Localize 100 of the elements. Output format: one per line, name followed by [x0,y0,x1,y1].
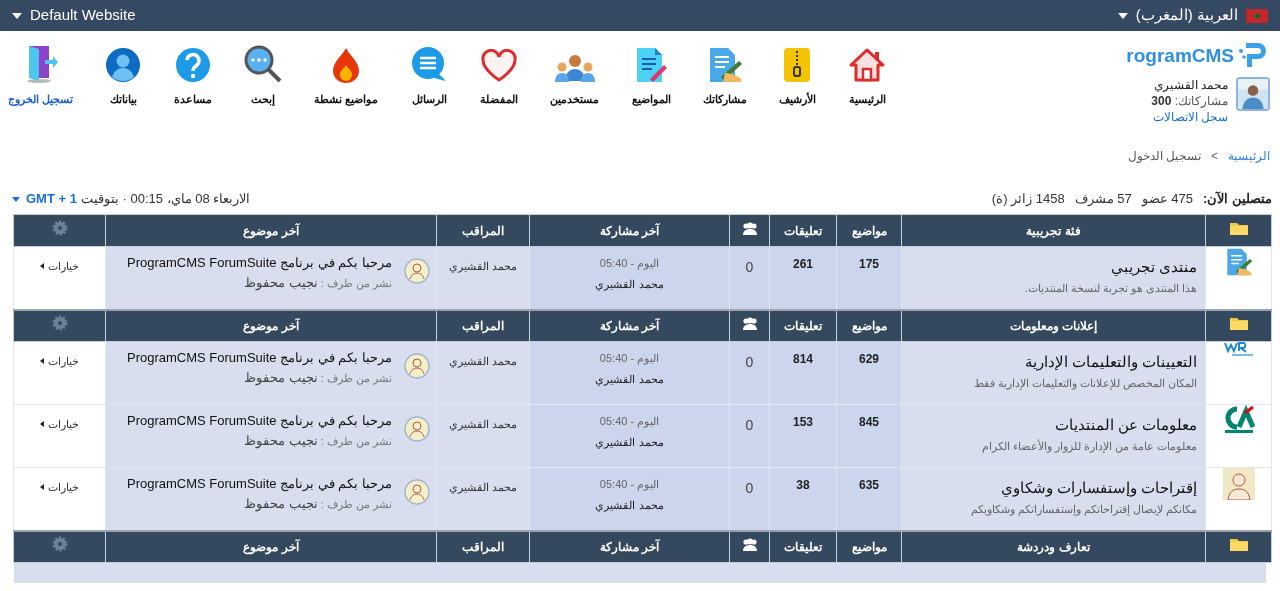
timezone-dropdown[interactable]: GMT + 1 [12,189,77,209]
document-pen-icon [634,47,669,83]
settings-icon [51,536,68,553]
column-header: تعليقات [784,223,822,238]
comment-count: 261 [793,257,813,271]
column-header: مواضيع [851,318,887,333]
last-topic-title[interactable]: مرحبا بكم في برنامج ProgramCMS ForumSuite [127,411,392,431]
topic-author: نشر من طرف : نجيب محفوظ [244,369,392,388]
last-topic-title[interactable]: مرحبا بكم في برنامج ProgramCMS ForumSuite [127,474,392,494]
folder-icon [1229,221,1248,235]
caret-icon [40,484,44,491]
category-title: تعارف ودردشة [1017,539,1090,554]
online-label: متصلين الآن: [1203,190,1272,209]
online-count: 1458 زائر (ة) [991,190,1065,209]
nav-link[interactable]: إبحث [239,43,286,108]
forum-title[interactable]: التعيينات والتعليمات الإدارية [1024,352,1197,372]
topic-count: 629 [859,352,879,366]
column-header: آخر موضوع [243,318,299,333]
forum-description: هذا المنتدى هو تجربة لنسخة المنتديات. [1024,281,1197,297]
last-post-user[interactable]: محمد القشيري [595,496,664,513]
last-post-time: اليوم - 05:40 [599,256,660,272]
comment-count: 38 [796,478,810,492]
comment-count: 814 [793,352,813,366]
moderator-name[interactable]: محمد القشيري [448,260,518,272]
forum-description: المكان المخصص للإعلانات والتعليمات الإدارية فقط [973,376,1197,392]
nav-link[interactable]: الرسائل [406,43,453,108]
nav-link[interactable]: الرئيسية [844,43,890,108]
last-topic-title[interactable]: مرحبا بكم في برنامج ProgramCMS ForumSuite [127,348,392,368]
forum-title[interactable]: إقتراحات وإستفسارات وشكاوي [1000,478,1197,498]
logo-text: rogramCMS [1126,45,1234,65]
user-count: 0 [745,417,754,433]
column-header: آخر مشاركة [599,318,660,333]
avatar-icon [404,479,430,505]
nav-link[interactable]: بياناتك [101,43,146,108]
column-header: المراقب [462,318,504,333]
caret-icon [12,12,22,19]
user-count: 0 [745,354,754,370]
avatar-icon [404,416,430,442]
nav-link[interactable]: مستخدمين [546,43,604,108]
nav-link[interactable]: مواضيع نشطة [309,43,382,108]
nav-link[interactable]: مشاركاتك [698,43,751,108]
nav-link[interactable]: تسجيل الخروج [4,43,78,108]
moderator-name[interactable]: محمد القشيري [448,355,518,367]
caret-icon [1117,12,1128,19]
folder-icon [1229,537,1248,552]
users-icon [553,53,596,83]
language-dropdown[interactable]: العربية (المغرب) [1117,4,1238,27]
breadcrumb-current: تسجيل الدخول [1127,148,1201,165]
column-header: آخر موضوع [243,223,299,238]
current-time: الاربعاء 08 ماي، 00:15 · بتوقيت [80,190,251,209]
user-count: 0 [745,480,754,496]
nav-link[interactable]: المواضيع [627,43,675,108]
settings-icon [51,220,68,236]
nav-link[interactable]: الأرشيف [774,43,820,108]
chat-bubble-icon [410,45,449,83]
options-button[interactable]: خيارات [40,353,79,370]
last-post-time: اليوم - 05:40 [599,477,660,493]
topic-author: نشر من طرف : نجيب محفوظ [244,432,392,451]
nav-link[interactable]: المفضلة [476,43,523,108]
moderator-name[interactable]: محمد القشيري [448,481,518,493]
topic-count: 845 [859,415,879,429]
column-header: مواضيع [851,223,887,238]
avatar-icon [404,353,430,379]
zip-file-icon [783,47,812,83]
last-post-user[interactable]: محمد القشيري [595,433,664,450]
options-button[interactable]: خيارات [40,416,79,433]
logo-icon [1222,405,1255,435]
comment-count: 153 [793,415,813,429]
column-header: آخر موضوع [243,539,299,554]
options-button[interactable]: خيارات [40,479,79,496]
last-post-time: اليوم - 05:40 [599,351,660,367]
column-header: تعليقات [784,539,822,554]
last-post-user[interactable]: محمد القشيري [595,370,664,387]
last-topic-title[interactable]: مرحبا بكم في برنامج ProgramCMS ForumSuite [127,253,392,273]
nav-link[interactable]: مساعدة [169,43,216,108]
topic-author: نشر من طرف : نجيب محفوظ [244,495,392,514]
help-icon [174,47,211,83]
forum-title[interactable]: معلومات عن المنتديات [1054,415,1197,435]
flag-icon [1246,8,1268,23]
last-post-user[interactable]: محمد القشيري [595,275,664,292]
column-header: المراقب [462,223,504,238]
users-icon [740,537,759,551]
column-header: آخر مشاركة [599,539,660,554]
column-header: آخر مشاركة [599,223,660,238]
user-profile-icon [105,47,142,83]
site-dropdown[interactable]: Default Website [12,4,136,27]
topic-author: نشر من طرف : نجيب محفوظ [244,274,392,293]
breadcrumb-link[interactable]: الرئيسية [1228,147,1270,165]
heart-icon [481,49,518,83]
moderator-name[interactable]: محمد القشيري [448,418,518,430]
folder-icon [1229,316,1248,331]
options-button[interactable]: خيارات [40,258,79,275]
settings-icon [51,315,68,332]
topic-count: 635 [859,478,879,492]
user-count: 0 [745,259,754,275]
last-post-time: اليوم - 05:40 [599,414,660,430]
users-icon [740,221,759,235]
forum-title[interactable]: منتدى تجريبي [1110,257,1197,277]
login-history-link[interactable]: سجل الاتصالات [1152,109,1228,125]
search-icon [243,45,282,83]
